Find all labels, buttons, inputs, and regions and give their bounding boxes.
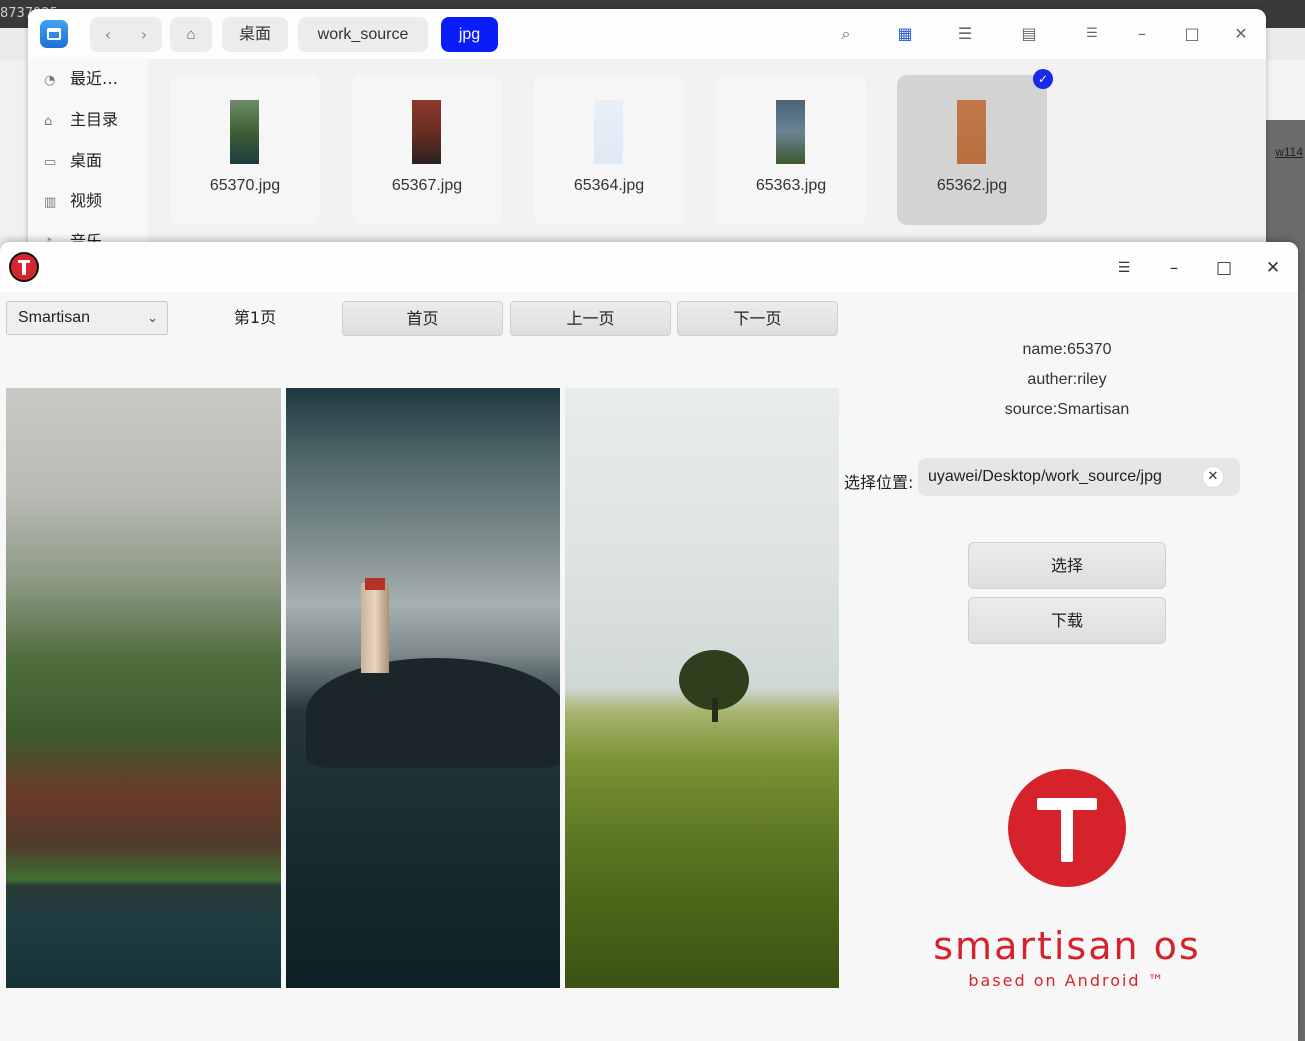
home-crumb[interactable]: ⌂ bbox=[170, 17, 212, 52]
list-view-icon[interactable]: ☰ bbox=[954, 23, 976, 45]
page-label: 第1页 bbox=[233, 308, 277, 327]
breadcrumb-jpg[interactable]: jpg bbox=[441, 17, 498, 52]
minimize-icon[interactable]: – bbox=[1131, 23, 1153, 45]
file-thumbnail bbox=[776, 100, 805, 164]
info-author: auther:riley bbox=[1027, 371, 1107, 388]
home-icon: ⌂ bbox=[44, 114, 53, 129]
app-titlebar: ☰ – □ ✕ bbox=[0, 242, 1298, 292]
prev-page-button[interactable]: 上一页 bbox=[510, 301, 671, 336]
location-label: 选择位置: bbox=[844, 473, 914, 492]
next-page-button[interactable]: 下一页 bbox=[677, 301, 838, 336]
chevron-right-icon: › bbox=[140, 25, 148, 44]
location-field[interactable]: uyawei/Desktop/work_source/jpg ✕ bbox=[918, 458, 1240, 496]
file-thumbnail bbox=[594, 100, 623, 164]
chevron-left-icon: ‹ bbox=[104, 25, 112, 44]
location-value: uyawei/Desktop/work_source/jpg bbox=[928, 468, 1162, 485]
sidebar-item-home[interactable]: ⌂ 主目录 bbox=[44, 100, 118, 140]
smartisan-brand-logo bbox=[1008, 769, 1126, 887]
breadcrumb-desktop[interactable]: 桌面 bbox=[222, 17, 288, 52]
video-icon: ▥ bbox=[44, 195, 57, 210]
file-manager-sidebar: ◔最近… ⌂主目录 ▭桌面 ▥视频 ♪音乐 bbox=[28, 59, 148, 249]
file-thumbnail bbox=[412, 100, 441, 164]
desktop-icon: ▭ bbox=[44, 155, 57, 170]
file-thumbnail bbox=[957, 100, 986, 164]
menu-icon[interactable]: ☰ bbox=[1081, 23, 1103, 45]
download-button[interactable]: 下载 bbox=[968, 597, 1166, 644]
source-select-value: Smartisan bbox=[18, 309, 91, 326]
maximize-icon[interactable]: □ bbox=[1181, 23, 1203, 45]
brand-subtitle: based on Android ™ bbox=[968, 971, 1166, 990]
detail-view-icon[interactable]: ▤ bbox=[1018, 23, 1040, 45]
home-icon: ⌂ bbox=[186, 26, 196, 43]
file-tile[interactable]: 65370.jpg bbox=[170, 75, 320, 225]
maximize-icon[interactable]: □ bbox=[1212, 256, 1236, 280]
file-name: 65367.jpg bbox=[391, 177, 463, 194]
file-manager-window: ‹ › ⌂ 桌面 work_source jpg ⌕ ▦ ☰ ▤ ☰ – □ ✕… bbox=[28, 9, 1266, 249]
sidebar-item-label: 主目录 bbox=[70, 110, 119, 129]
file-manager-titlebar: ‹ › ⌂ 桌面 work_source jpg ⌕ ▦ ☰ ▤ ☰ – □ ✕ bbox=[28, 9, 1266, 59]
minimize-icon[interactable]: – bbox=[1162, 256, 1186, 280]
info-source: source:Smartisan bbox=[1004, 401, 1130, 418]
file-tile[interactable]: 65363.jpg bbox=[716, 75, 866, 225]
grid-view-icon[interactable]: ▦ bbox=[894, 23, 916, 45]
file-name: 65362.jpg bbox=[936, 177, 1008, 194]
checkmark-icon: ✓ bbox=[1033, 69, 1053, 89]
search-icon[interactable]: ⌕ bbox=[835, 23, 857, 45]
select-button[interactable]: 选择 bbox=[968, 542, 1166, 589]
file-tile[interactable]: 65367.jpg bbox=[352, 75, 502, 225]
forward-button[interactable]: › bbox=[126, 17, 162, 52]
close-icon[interactable]: ✕ bbox=[1261, 256, 1285, 280]
wallpaper-thumbnail[interactable] bbox=[6, 388, 281, 988]
file-thumbnail bbox=[230, 100, 259, 164]
file-name: 65370.jpg bbox=[209, 177, 281, 194]
menu-icon[interactable]: ☰ bbox=[1112, 256, 1136, 280]
clock-icon: ◔ bbox=[44, 73, 56, 88]
breadcrumb-work-source[interactable]: work_source bbox=[298, 17, 428, 52]
sidebar-item-label: 视频 bbox=[70, 191, 103, 210]
background-right-panel: w114 bbox=[1266, 60, 1305, 159]
background-link[interactable]: w114 bbox=[1275, 145, 1303, 159]
file-name: 65364.jpg bbox=[573, 177, 645, 194]
file-tile-selected[interactable]: 65362.jpg ✓ bbox=[897, 69, 1053, 225]
file-grid: 65370.jpg 65367.jpg 65364.jpg 65363.jpg … bbox=[148, 59, 1266, 249]
sidebar-item-video[interactable]: ▥ 视频 bbox=[44, 181, 102, 221]
lighthouse-shape bbox=[361, 583, 389, 673]
sidebar-item-desktop[interactable]: ▭ 桌面 bbox=[44, 141, 102, 181]
sidebar-item-label: 最近… bbox=[70, 69, 119, 88]
source-select[interactable]: Smartisan ⌄ bbox=[6, 301, 168, 335]
sidebar-item-recent[interactable]: ◔ 最近… bbox=[44, 59, 118, 99]
wallpaper-thumbnail[interactable] bbox=[565, 388, 839, 988]
lighthouse-top-shape bbox=[365, 578, 385, 590]
brand-wordmark: smartisan os bbox=[933, 924, 1201, 968]
wallpaper-thumbnail[interactable] bbox=[286, 388, 560, 988]
sidebar-item-label: 桌面 bbox=[70, 151, 103, 170]
smartisan-logo-icon bbox=[9, 252, 39, 282]
file-manager-app-icon bbox=[40, 20, 68, 48]
back-button[interactable]: ‹ bbox=[90, 17, 126, 52]
clear-icon[interactable]: ✕ bbox=[1202, 466, 1224, 488]
info-name: name:65370 bbox=[1022, 341, 1112, 358]
tree-trunk-shape bbox=[712, 698, 718, 722]
first-page-button[interactable]: 首页 bbox=[342, 301, 503, 336]
background-left-panel bbox=[0, 60, 28, 250]
wallpaper-app-window: ☰ – □ ✕ Smartisan ⌄ 第1页 首页 上一页 下一页 name:… bbox=[0, 242, 1298, 1041]
close-icon[interactable]: ✕ bbox=[1230, 23, 1252, 45]
file-tile[interactable]: 65364.jpg bbox=[534, 75, 684, 225]
rock-shape bbox=[306, 658, 560, 768]
file-name: 65363.jpg bbox=[755, 177, 827, 194]
chevron-down-icon: ⌄ bbox=[147, 310, 158, 325]
nav-button-group: ‹ › bbox=[90, 17, 162, 52]
